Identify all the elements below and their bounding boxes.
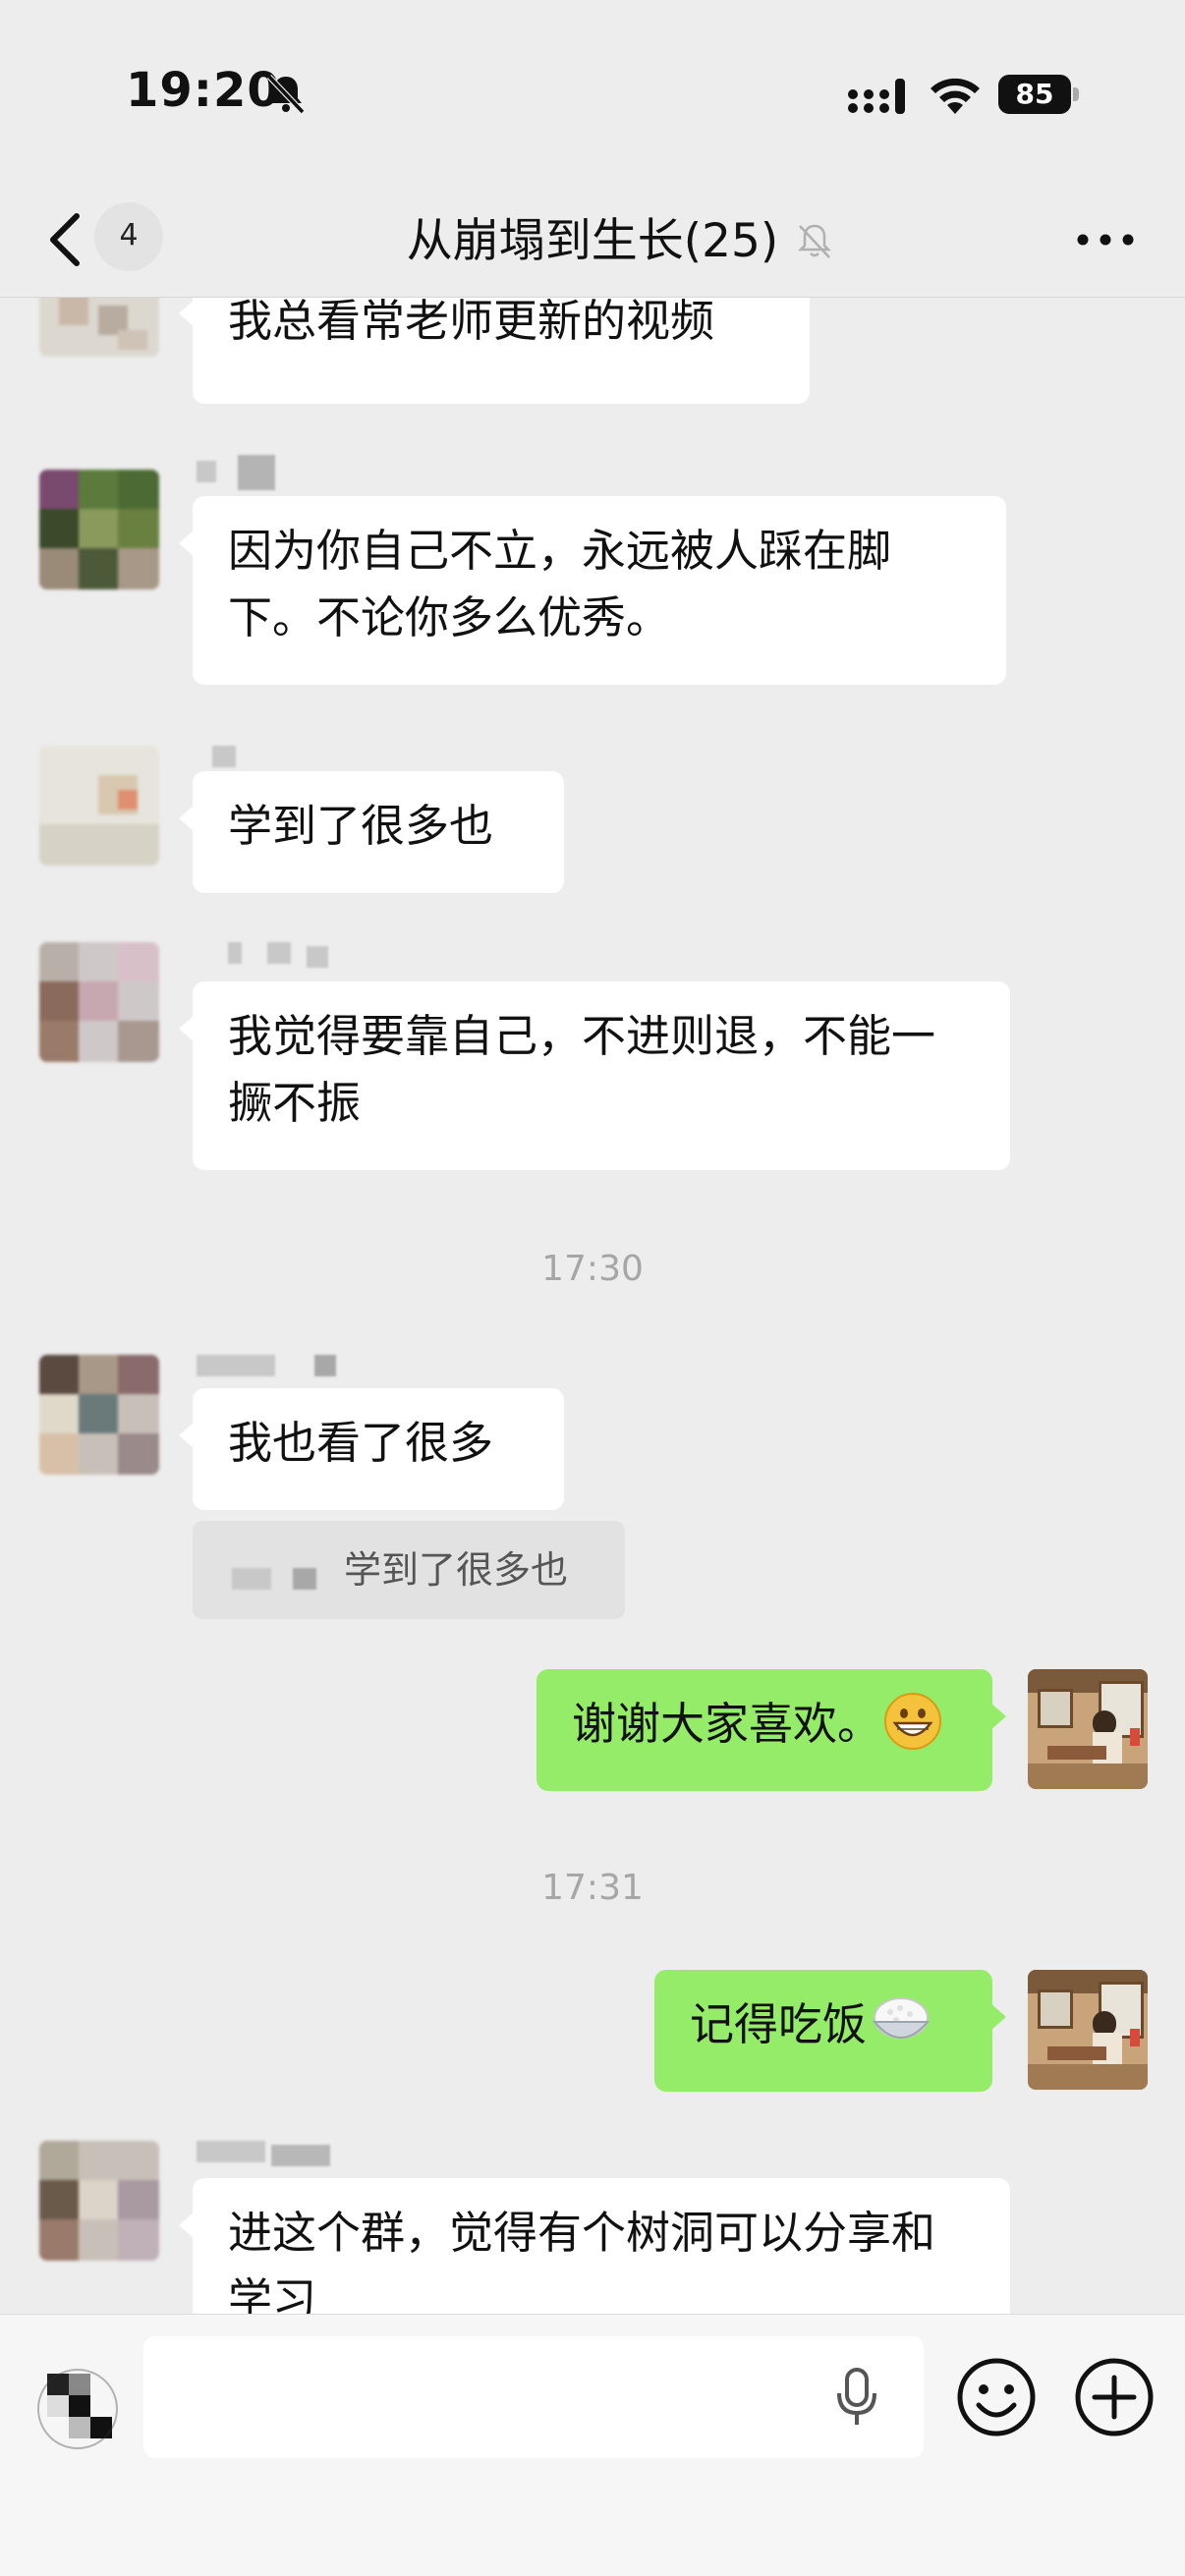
sender-name: [197, 455, 275, 490]
avatar[interactable]: [39, 942, 159, 1062]
mute-icon: [266, 74, 306, 115]
message-text: 我也看了很多: [228, 1417, 494, 1469]
wifi-icon: [931, 78, 980, 114]
bell-off-icon: [797, 224, 832, 258]
message-list[interactable]: 我总看常老师更新的视频 因为你自己不立，永远被人踩在脚下。不论你多么优秀。 学到…: [0, 298, 1185, 2314]
message-input[interactable]: [143, 2336, 924, 2458]
chat-screen: 19:20 85 从崩塌到生长(25) 4 我总看常老师更新的视频 因为你自己不…: [0, 0, 1185, 2576]
avatar[interactable]: [39, 470, 159, 589]
battery-level: 85: [998, 75, 1071, 114]
avatar[interactable]: [39, 1355, 159, 1475]
my-avatar[interactable]: [1028, 1669, 1148, 1789]
timestamp: 17:30: [541, 1249, 644, 1289]
message-bubble[interactable]: 进这个群，觉得有个树洞可以分享和学习: [179, 2178, 1010, 2314]
message-text: 进这个群，觉得有个树洞可以分享和学习: [228, 2207, 936, 2314]
quoted-sender-name: [232, 1568, 330, 1590]
mic-icon[interactable]: [833, 2366, 880, 2429]
message-bubble[interactable]: 我觉得要靠自己，不进则退，不能一撅不振: [179, 981, 1010, 1170]
avatar[interactable]: [39, 2141, 159, 2261]
avatar[interactable]: [39, 298, 159, 357]
my-avatar[interactable]: [1028, 1970, 1148, 2090]
sender-name: [197, 2141, 334, 2166]
message-text: 学到了很多也: [228, 800, 494, 852]
emoji-icon[interactable]: [955, 2356, 1038, 2438]
message-text: 因为你自己不立，永远被人踩在脚下。不论你多么优秀。: [228, 525, 892, 644]
chat-title-text: 从崩塌到生长(25): [406, 214, 779, 268]
message-bubble[interactable]: 记得吃饭: [654, 1970, 1006, 2092]
message-text: 我觉得要靠自己，不进则退，不能一撅不振: [228, 1010, 936, 1129]
grinning-face-emoji: [884, 1693, 942, 1750]
avatar[interactable]: [39, 746, 159, 866]
chat-nav-bar: 从崩塌到生长(25) 4: [0, 187, 1185, 298]
cooked-rice-emoji: [872, 1997, 931, 2039]
message-bubble[interactable]: 因为你自己不立，永远被人踩在脚下。不论你多么优秀。: [179, 496, 1006, 685]
battery-indicator: 85: [998, 75, 1079, 114]
chat-title: 从崩塌到生长(25): [0, 187, 1185, 297]
sender-name: [197, 1355, 344, 1378]
message-bubble[interactable]: 我也看了很多: [179, 1388, 564, 1510]
quoted-message-text: 学到了很多也: [344, 1548, 569, 1592]
message-text: 记得吃饭: [690, 1998, 868, 2050]
message-bubble[interactable]: 我总看常老师更新的视频: [179, 298, 810, 404]
sender-name: [228, 942, 336, 968]
quoted-message[interactable]: 学到了很多也: [193, 1521, 625, 1619]
back-icon[interactable]: [43, 208, 86, 271]
more-icon[interactable]: [1071, 220, 1140, 259]
message-bubble[interactable]: 谢谢大家喜欢。: [536, 1669, 1006, 1791]
timestamp: 17:31: [541, 1868, 644, 1908]
signal-icon: [848, 79, 905, 114]
message-text: 我总看常老师更新的视频: [228, 298, 715, 347]
message-text: 谢谢大家喜欢。: [572, 1698, 882, 1750]
status-time: 19:20: [126, 63, 281, 118]
status-bar: 19:20 85: [0, 0, 1185, 187]
plus-icon[interactable]: [1073, 2356, 1156, 2438]
message-bubble[interactable]: 学到了很多也: [179, 771, 564, 893]
unread-badge[interactable]: 4: [94, 202, 163, 271]
battery-cap: [1073, 87, 1079, 101]
sender-name: [212, 746, 242, 769]
voice-icon[interactable]: [33, 2360, 122, 2458]
input-bar: [0, 2314, 1185, 2576]
